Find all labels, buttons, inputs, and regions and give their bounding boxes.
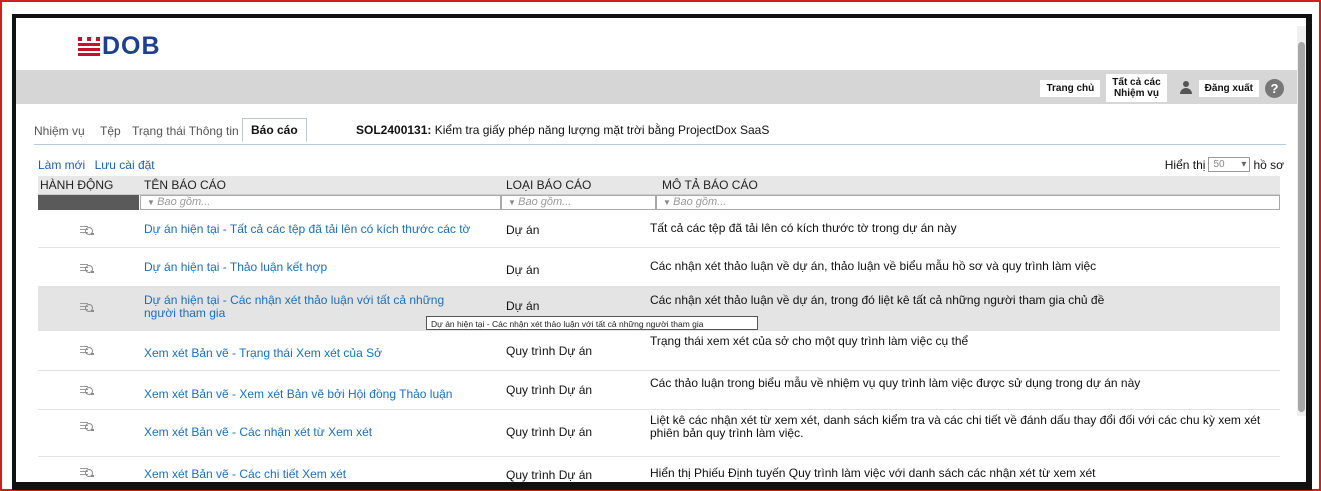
records-label: hồ sơ	[1253, 157, 1284, 172]
header: DOB	[16, 18, 1306, 70]
show-label: Hiển thị	[1164, 157, 1206, 172]
report-type: Quy trình Dự án	[506, 425, 593, 439]
table-row[interactable]: Dự án hiện tại - Tất cả các tệp đã tải l…	[38, 210, 1280, 248]
project-name: Kiểm tra giấy phép năng lượng mặt trời b…	[431, 123, 770, 137]
report-desc: Liệt kê các nhận xét từ xem xét, danh sá…	[650, 413, 1261, 440]
col-type[interactable]: LOẠI BÁO CÁO	[506, 178, 591, 192]
tab-status-info[interactable]: Trạng thái Thông tin	[132, 124, 239, 138]
report-name[interactable]: Dự án hiện tại - Các nhận xét thảo luận …	[144, 294, 464, 320]
report-name[interactable]: Xem xét Bản vẽ - Các nhận xét từ Xem xét	[144, 426, 474, 439]
all-tasks-link[interactable]: Tất cả các Nhiệm vụ	[1106, 74, 1167, 102]
report-type: Quy trình Dự án	[506, 344, 593, 358]
tab-reports[interactable]: Báo cáo	[242, 118, 307, 142]
page-size-select[interactable]: 50	[1208, 157, 1251, 172]
col-desc[interactable]: MÔ TẢ BÁO CÁO	[662, 178, 758, 192]
table-row[interactable]: Xem xét Bản vẽ - Xem xét Bản vẽ bởi Hội …	[38, 371, 1280, 410]
refresh-link[interactable]: Làm mới	[38, 158, 85, 172]
report-name[interactable]: Dự án hiện tại - Tất cả các tệp đã tải l…	[144, 223, 474, 236]
desc-filter-input[interactable]: Bao gồm...	[656, 195, 1280, 210]
dob-logo[interactable]: DOB	[78, 32, 161, 61]
report-name[interactable]: Xem xét Bản vẽ - Trạng thái Xem xét của …	[144, 347, 474, 360]
report-desc: Hiển thị Phiếu Định tuyến Quy trình làm …	[650, 466, 1096, 480]
row-tooltip: Dự án hiện tại - Các nhận xét thảo luận …	[426, 316, 758, 330]
app-window: DOB Trang chủ Tất cả các Nhiệm vụ Đăng x…	[12, 14, 1312, 490]
col-action[interactable]: HÀNH ĐỘNG	[40, 178, 113, 192]
view-report-icon[interactable]	[80, 262, 94, 274]
page-size-control: Hiển thị 50 hồ sơ	[1165, 157, 1284, 172]
tab-tasks[interactable]: Nhiệm vụ	[34, 124, 85, 138]
view-report-icon[interactable]	[80, 466, 94, 478]
view-report-icon[interactable]	[80, 344, 94, 356]
home-link[interactable]: Trang chủ	[1040, 79, 1101, 97]
table-row[interactable]: Dự án hiện tại - Thảo luận kết hợp Dự án…	[38, 248, 1280, 287]
reports-grid: HÀNH ĐỘNG TÊN BÁO CÁO LOẠI BÁO CÁO MÔ TẢ…	[38, 176, 1280, 482]
report-name[interactable]: Xem xét Bản vẽ - Các chi tiết Xem xét	[144, 468, 474, 481]
top-links: Trang chủ Tất cả các Nhiệm vụ Đăng xuất …	[1034, 74, 1284, 102]
tab-files[interactable]: Tệp	[100, 124, 121, 138]
table-row[interactable]: Xem xét Bản vẽ - Trạng thái Xem xét của …	[38, 331, 1280, 371]
grid-toolbar: Làm mới Lưu cài đặt	[38, 158, 161, 172]
filter-spacer	[38, 195, 139, 210]
view-report-icon[interactable]	[80, 384, 94, 396]
project-title: SOL2400131: Kiểm tra giấy phép năng lượn…	[356, 123, 769, 137]
grid-header: HÀNH ĐỘNG TÊN BÁO CÁO LOẠI BÁO CÁO MÔ TẢ…	[38, 176, 1280, 195]
vertical-scrollbar[interactable]	[1297, 26, 1306, 416]
logo-text: DOB	[102, 32, 161, 60]
user-icon	[1177, 79, 1195, 97]
view-report-icon[interactable]	[80, 301, 94, 313]
view-report-icon[interactable]	[80, 224, 94, 236]
logout-link[interactable]: Đăng xuất	[1198, 79, 1259, 97]
view-report-icon[interactable]	[80, 420, 94, 432]
report-desc: Các nhận xét thảo luận về dự án, trong đ…	[650, 293, 1105, 307]
filter-row: Bao gồm... Bao gồm... Bao gồm...	[38, 195, 1280, 210]
flag-icon	[78, 36, 100, 57]
help-icon[interactable]: ?	[1265, 78, 1284, 98]
report-type: Quy trình Dự án	[506, 468, 593, 482]
report-desc: Tất cả các tệp đã tải lên có kích thước …	[650, 221, 957, 235]
project-id: SOL2400131:	[356, 123, 432, 137]
table-row[interactable]: Xem xét Bản vẽ - Các nhận xét từ Xem xét…	[38, 410, 1280, 457]
scrollbar-thumb[interactable]	[1298, 42, 1305, 412]
report-type: Quy trình Dự án	[506, 383, 593, 397]
report-desc: Các thảo luận trong biểu mẫu về nhiệm vụ…	[650, 376, 1141, 390]
table-row[interactable]: Xem xét Bản vẽ - Các chi tiết Xem xét Qu…	[38, 457, 1280, 482]
type-filter-input[interactable]: Bao gồm...	[501, 195, 656, 210]
report-name[interactable]: Dự án hiện tại - Thảo luận kết hợp	[144, 261, 474, 274]
report-desc: Các nhận xét thảo luận về dự án, thảo lu…	[650, 259, 1097, 273]
name-filter-input[interactable]: Bao gồm...	[140, 195, 501, 210]
report-type: Dự án	[506, 223, 540, 237]
report-type: Dự án	[506, 263, 540, 277]
save-settings-link[interactable]: Lưu cài đặt	[95, 158, 155, 172]
report-desc: Trạng thái xem xét của sở cho một quy tr…	[650, 334, 969, 348]
all-tasks-label-2: Nhiệm vụ	[1113, 88, 1159, 99]
col-name[interactable]: TÊN BÁO CÁO	[144, 178, 226, 192]
report-name[interactable]: Xem xét Bản vẽ - Xem xét Bản vẽ bởi Hội …	[144, 388, 474, 401]
report-type: Dự án	[506, 299, 540, 313]
all-tasks-label-1: Tất cả các	[1112, 77, 1161, 88]
